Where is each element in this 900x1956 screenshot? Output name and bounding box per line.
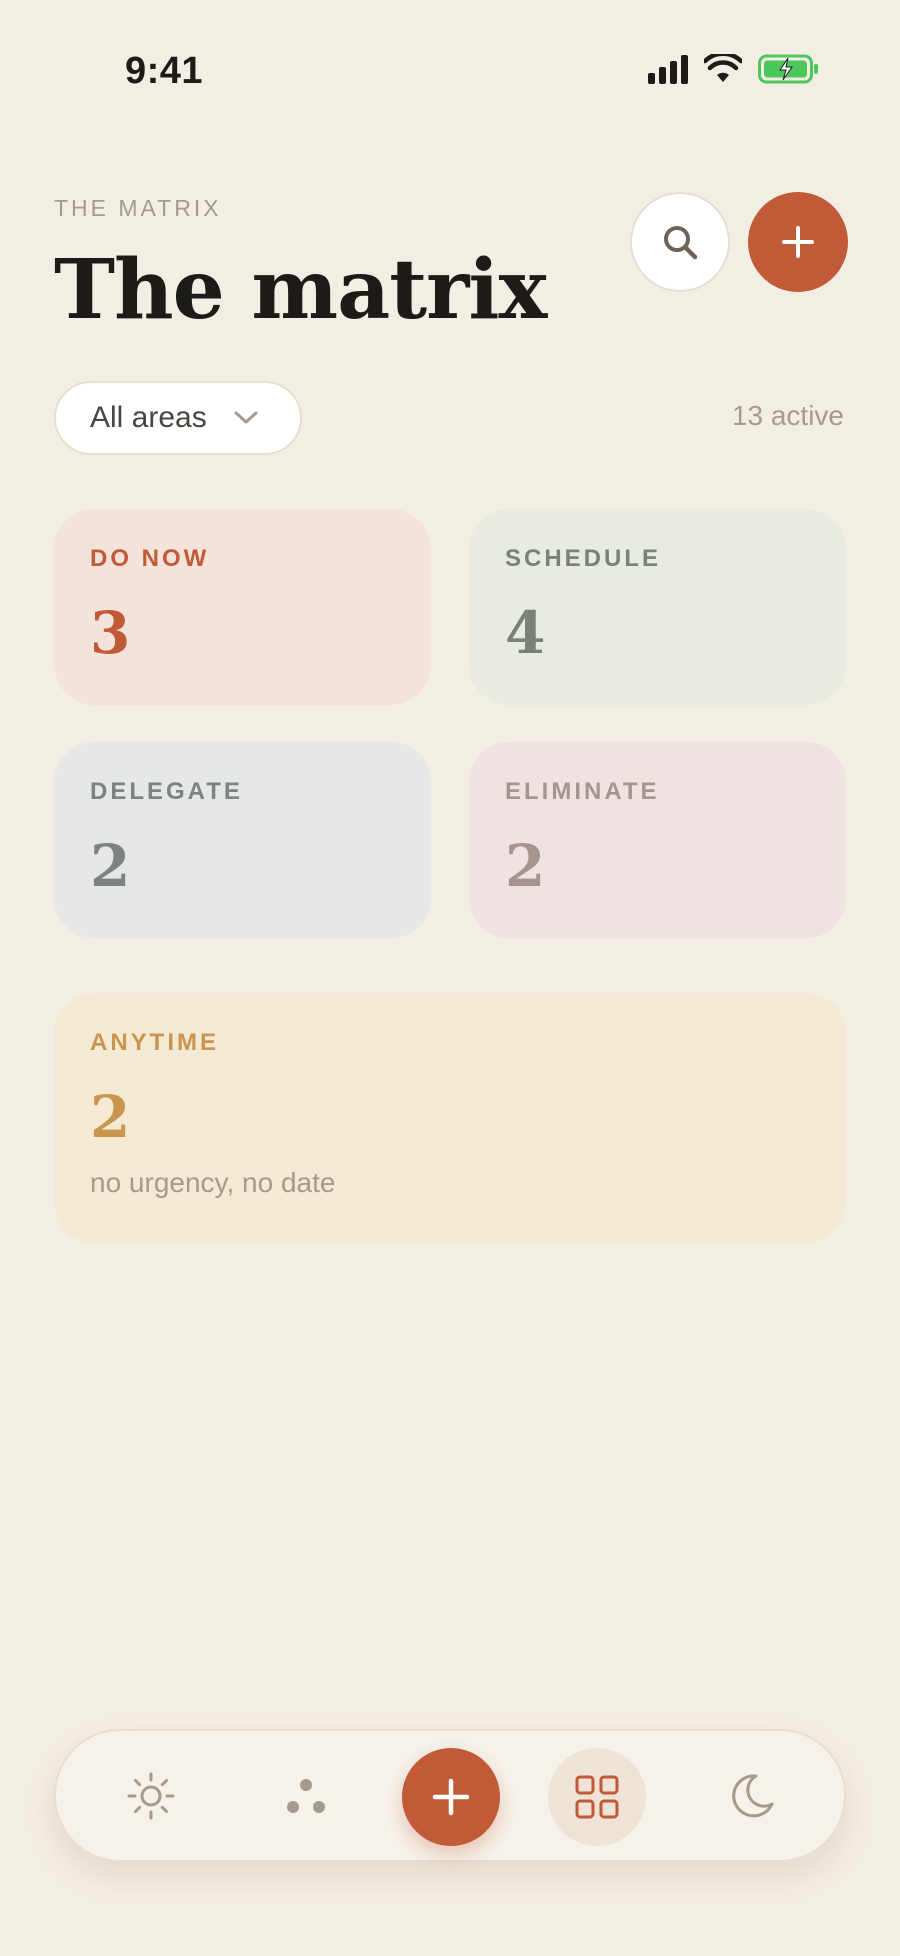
quadrant-schedule[interactable]: SCHEDULE 4 [469,509,846,705]
moon-icon [732,1773,774,1817]
status-icons [648,54,820,84]
search-button[interactable] [630,192,730,292]
grid-icon [575,1775,619,1819]
quadrant-label: ELIMINATE [505,778,660,805]
nav-matrix[interactable] [548,1748,646,1846]
quadrant-count: 2 [505,832,546,900]
sun-icon [127,1772,175,1819]
quadrant-label: DO NOW [90,545,210,572]
area-filter-label: All areas [90,401,207,434]
chevron-down-icon [234,411,258,424]
wifi-icon [704,54,742,82]
page-title: The matrix [54,242,547,338]
page-eyebrow: THE MATRIX [54,195,222,221]
nav-add-button[interactable] [402,1748,500,1846]
add-task-button[interactable] [748,192,848,292]
quadrant-count: 2 [90,832,131,900]
quadrant-delegate[interactable]: DELEGATE 2 [54,742,431,938]
quadrant-label: SCHEDULE [505,545,662,572]
area-filter-dropdown[interactable]: All areas [54,381,302,455]
quadrant-do-now[interactable]: DO NOW 3 [54,509,431,705]
quadrant-label: DELEGATE [90,778,243,805]
cellular-signal-icon [648,54,688,84]
search-icon [664,226,698,260]
bottom-nav [54,1729,846,1862]
nav-today[interactable] [101,1731,201,1860]
quadrant-count: 4 [505,599,546,667]
quadrant-note: no urgency, no date [90,1167,336,1198]
quadrant-count: 3 [90,599,131,667]
nav-areas[interactable] [256,1731,356,1860]
matrix-screen: 9:41 THE MATRIX The matrix All areas 13 … [0,0,900,1956]
quadrant-anytime[interactable]: ANYTIME 2 no urgency, no date [54,993,846,1243]
battery-charging-icon [758,54,818,84]
quadrant-label: ANYTIME [90,1029,219,1056]
plus-icon [782,226,814,258]
status-time: 9:41 [125,50,204,92]
quadrant-count: 2 [90,1083,131,1151]
active-count: 13 active [731,400,844,431]
dots-icon [287,1778,325,1813]
plus-icon [432,1778,470,1816]
quadrant-eliminate[interactable]: ELIMINATE 2 [469,742,846,938]
nav-evening[interactable] [702,1731,802,1860]
